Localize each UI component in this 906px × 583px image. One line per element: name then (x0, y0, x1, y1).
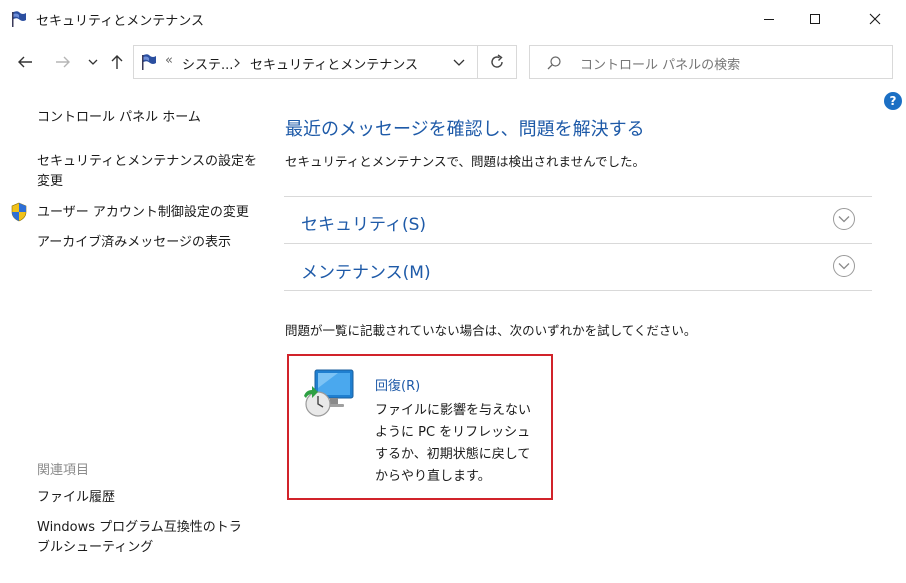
status-message: セキュリティとメンテナンスで、問題は検出されませんでした。 (285, 154, 646, 169)
address-divider (477, 46, 478, 78)
address-bar[interactable]: « システ... セキュリティとメンテナンス (133, 45, 517, 79)
expand-security-button[interactable] (833, 208, 855, 230)
sidebar-link-program-compatibility[interactable]: Windows プログラム互換性のトラ ブルシューティング (37, 518, 242, 558)
search-box[interactable]: コントロール パネルの検索 (529, 45, 893, 79)
page-title: 最近のメッセージを確認し、問題を解決する (285, 119, 645, 140)
sidebar-link-archived-messages[interactable]: アーカイブ済みメッセージの表示 (37, 233, 231, 253)
up-arrow-icon (111, 55, 123, 69)
title-bar: セキュリティとメンテナンス (0, 0, 906, 38)
recovery-link[interactable]: 回復(R) (375, 375, 420, 394)
related-heading: 関連項目 (37, 463, 90, 478)
back-arrow-icon (18, 56, 32, 68)
breadcrumb-item-system[interactable]: システ... (182, 54, 233, 73)
sidebar-link-change-settings[interactable]: セキュリティとメンテナンスの設定を 変更 (37, 152, 257, 192)
divider (284, 196, 872, 197)
minimize-button[interactable] (746, 0, 792, 38)
breadcrumb-separator-icon[interactable] (233, 58, 241, 68)
sidebar-link-control-panel-home[interactable]: コントロール パネル ホーム (37, 108, 201, 128)
uac-shield-icon (11, 202, 27, 222)
refresh-icon[interactable] (488, 53, 506, 71)
flag-icon (142, 54, 156, 70)
sidebar-link-uac-settings[interactable]: ユーザー アカウント制御設定の変更 (37, 203, 249, 223)
history-dropdown-icon (88, 59, 98, 65)
flag-icon (12, 11, 26, 27)
forward-button[interactable] (50, 48, 76, 76)
chevron-down-icon (838, 216, 850, 223)
divider (284, 243, 872, 244)
section-maintenance-header[interactable]: メンテナンス(M) (301, 258, 431, 283)
chevron-down-icon[interactable] (453, 59, 465, 67)
section-security-header[interactable]: セキュリティ(S) (301, 210, 426, 235)
help-icon[interactable]: ? (884, 92, 902, 110)
sidebar-link-program-compatibility-line2[interactable]: ブルシューティング (37, 538, 242, 558)
recent-locations-button[interactable] (84, 48, 102, 76)
minimize-icon (764, 19, 774, 20)
chevron-down-icon (838, 263, 850, 270)
up-button[interactable] (106, 48, 128, 76)
search-icon (547, 56, 561, 70)
suggestion-text: 問題が一覧に記載されていない場合は、次のいずれかを試してください。 (285, 323, 697, 338)
sidebar-link-program-compatibility-line1[interactable]: Windows プログラム互換性のトラ (37, 518, 242, 538)
search-placeholder[interactable]: コントロール パネルの検索 (580, 54, 740, 73)
divider (284, 290, 872, 291)
sidebar-link-change-settings-line1[interactable]: セキュリティとメンテナンスの設定を (37, 152, 257, 172)
expand-maintenance-button[interactable] (833, 255, 855, 277)
breadcrumb-overflow[interactable]: « (165, 53, 173, 68)
forward-arrow-icon (56, 56, 70, 68)
window-title: セキュリティとメンテナンス (36, 14, 204, 29)
breadcrumb-item-security-maintenance[interactable]: セキュリティとメンテナンス (250, 54, 418, 73)
maximize-button[interactable] (792, 0, 838, 38)
sidebar-link-change-settings-line2[interactable]: 変更 (37, 172, 257, 192)
recovery-description: ファイルに影響を与えないように PC をリフレッシュするか、初期状態に戻してから… (375, 403, 532, 484)
recovery-icon[interactable] (300, 366, 358, 420)
sidebar-link-file-history[interactable]: ファイル履歴 (37, 488, 115, 508)
close-button[interactable] (852, 0, 898, 38)
back-button[interactable] (12, 48, 38, 76)
maximize-icon (810, 14, 820, 24)
close-icon (869, 13, 881, 25)
